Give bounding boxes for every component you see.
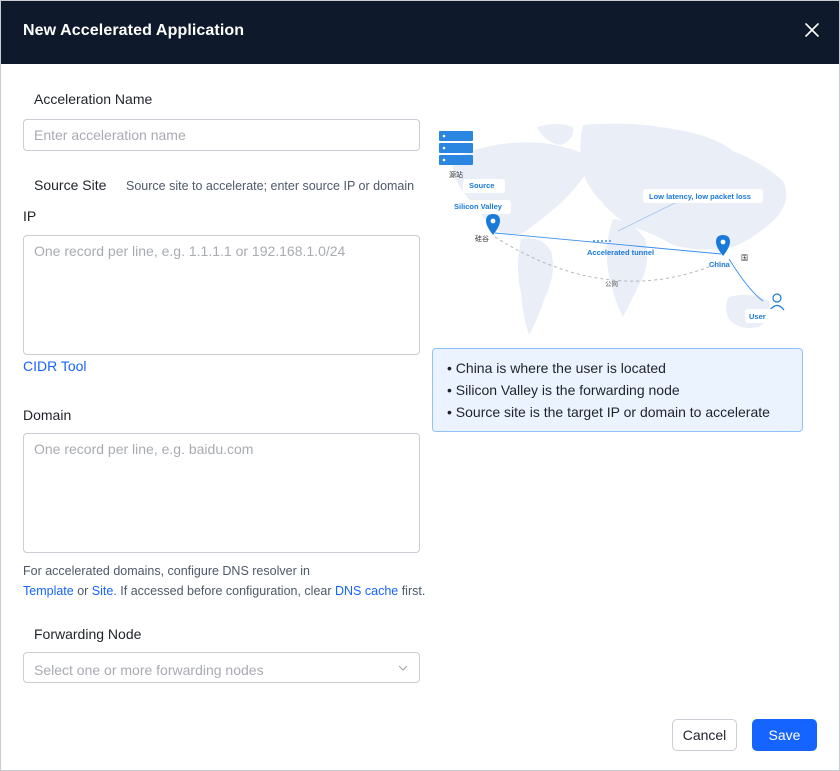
world-map	[452, 123, 787, 335]
user-icon	[769, 293, 785, 311]
silicon-valley-cn-label: 硅谷	[475, 234, 489, 243]
info-line-china-text: China is where the user is located	[455, 360, 666, 376]
info-line-china: • China is where the user is located	[447, 360, 666, 376]
site-link[interactable]: Site	[92, 584, 114, 598]
location-pin-icon	[716, 235, 730, 256]
dialog-header: New Accelerated Application	[1, 1, 839, 64]
chevron-down-icon	[398, 665, 408, 671]
silicon-valley-label: Silicon Valley	[454, 202, 503, 211]
close-icon[interactable]	[801, 19, 823, 41]
domain-note-text-1: For accelerated domains, configure DNS r…	[23, 564, 310, 578]
source-site-hint: Source site to accelerate; enter source …	[126, 179, 415, 193]
china-cn-label: 国	[741, 254, 748, 262]
location-pin-icon	[486, 214, 500, 235]
domain-textarea[interactable]	[23, 433, 420, 553]
forwarding-node-label: Forwarding Node	[34, 626, 142, 642]
user-link-line	[728, 258, 764, 302]
domain-note-text-3: first.	[398, 584, 426, 598]
dialog-title: New Accelerated Application	[23, 22, 245, 39]
diagram-info-box: • China is where the user is located • S…	[432, 348, 803, 432]
domain-note-text-2: . If accessed before configuration, clea…	[113, 584, 335, 598]
source-label: Source	[469, 181, 494, 190]
user-label: User	[749, 312, 766, 321]
cidr-tool-link[interactable]: CIDR Tool	[23, 358, 87, 374]
domain-note-or: or	[73, 584, 92, 598]
info-line-silicon-valley-text: Silicon Valley is the forwarding node	[455, 382, 680, 398]
ip-textarea[interactable]	[23, 235, 420, 355]
forwarding-node-select[interactable]: Select one or more forwarding nodes	[23, 652, 420, 683]
info-line-source-site: • Source site is the target IP or domain…	[447, 404, 770, 420]
acceleration-name-label: Acceleration Name	[34, 91, 153, 107]
acceleration-diagram: 源站 Source Silicon Valley 硅谷 Accelerated …	[439, 123, 787, 335]
source-site-label: Source Site	[34, 177, 107, 193]
server-label: 源站	[449, 170, 463, 179]
accelerated-tunnel-label: Accelerated tunnel	[587, 248, 654, 257]
domain-label: Domain	[23, 407, 72, 423]
info-line-source-site-text: Source site is the target IP or domain t…	[455, 404, 770, 420]
dns-cache-link[interactable]: DNS cache	[335, 584, 398, 598]
public-net-label: 公网	[605, 280, 618, 288]
domain-dns-note: For accelerated domains, configure DNS r…	[23, 561, 463, 601]
cancel-button[interactable]: Cancel	[672, 719, 737, 751]
low-latency-label: Low latency, low packet loss	[649, 192, 751, 201]
save-button[interactable]: Save	[752, 719, 817, 751]
new-application-dialog: New Accelerated Application Acceleration…	[0, 0, 840, 771]
forwarding-node-placeholder: Select one or more forwarding nodes	[34, 662, 264, 678]
template-link[interactable]: Template	[23, 584, 74, 598]
china-label: China	[709, 260, 731, 269]
server-icon	[439, 131, 473, 165]
acceleration-name-input[interactable]	[23, 119, 420, 151]
info-line-silicon-valley: • Silicon Valley is the forwarding node	[447, 382, 680, 398]
ip-label: IP	[23, 208, 37, 224]
